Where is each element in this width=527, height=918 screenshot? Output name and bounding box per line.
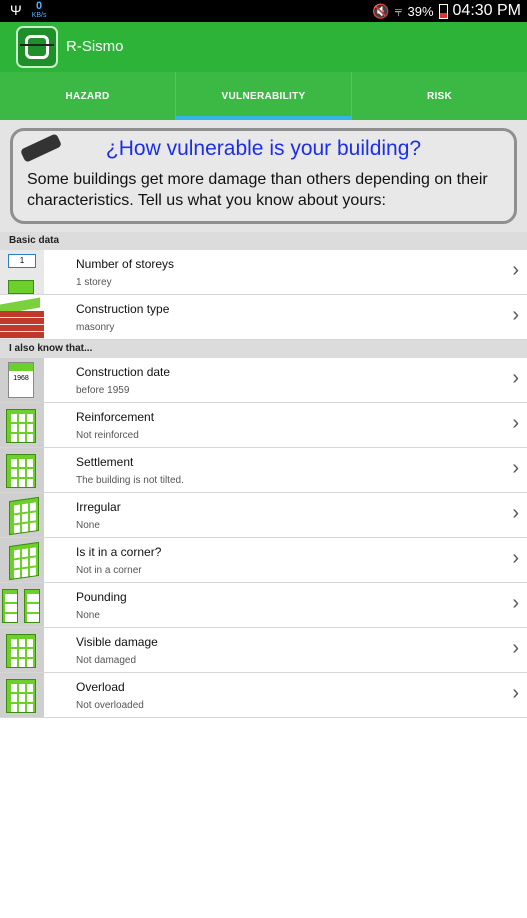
pounding-buildings-icon bbox=[0, 583, 44, 627]
battery-percent: 39% bbox=[407, 3, 434, 19]
list-item-value: Not damaged bbox=[76, 655, 137, 666]
tab-hazard[interactable]: HAZARD bbox=[0, 72, 175, 120]
list-item-value: before 1959 bbox=[76, 385, 130, 396]
app-logo-icon[interactable] bbox=[16, 26, 58, 68]
storeys-sign: 1 bbox=[8, 254, 36, 268]
chevron-right-icon: › bbox=[512, 304, 519, 326]
list-item-irregular[interactable]: Irregular None › bbox=[0, 493, 527, 538]
chevron-right-icon: › bbox=[512, 457, 519, 479]
list-item-overload[interactable]: Overload Not overloaded › bbox=[0, 673, 527, 718]
calendar-year: 1968 bbox=[8, 362, 34, 398]
list-item-value: Not in a corner bbox=[76, 565, 142, 576]
list-item-value: Not reinforced bbox=[76, 430, 139, 441]
list-item-construction-type[interactable]: Construction type masonry › bbox=[0, 295, 527, 340]
app-title: R-Sismo bbox=[66, 38, 124, 55]
list-item-pounding[interactable]: Pounding None › bbox=[0, 583, 527, 628]
status-bar: Ψ 0 KB/s 🔇 ⫧ 39% 04:30 PM bbox=[0, 0, 527, 22]
app-bar: R-Sismo bbox=[0, 22, 527, 72]
network-speed-unit: KB/s bbox=[31, 12, 47, 19]
section-header-also: I also know that... bbox=[0, 340, 527, 358]
tab-bar: HAZARD VULNERABILITY RISK bbox=[0, 72, 527, 120]
list-item-title: Reinforcement bbox=[76, 410, 155, 424]
list-item-title: Pounding bbox=[76, 590, 127, 604]
list-item-value: The building is not tilted. bbox=[76, 475, 184, 486]
building-icon bbox=[0, 628, 44, 672]
tab-vulnerability[interactable]: VULNERABILITY bbox=[175, 72, 351, 120]
list-item-title: Visible damage bbox=[76, 635, 158, 649]
section-header-basic: Basic data bbox=[0, 232, 527, 250]
list-item-title: Is it in a corner? bbox=[76, 545, 162, 559]
brick-wall-icon bbox=[0, 295, 44, 339]
list-item-reinforcement[interactable]: Reinforcement Not reinforced › bbox=[0, 403, 527, 448]
list-item-title: Overload bbox=[76, 680, 125, 694]
list-item-construction-date[interactable]: 1968 Construction date before 1959 › bbox=[0, 358, 527, 403]
chevron-right-icon: › bbox=[512, 412, 519, 434]
clock: 04:30 PM bbox=[452, 2, 521, 19]
calendar-icon: 1968 bbox=[0, 358, 44, 402]
list-item-title: Settlement bbox=[76, 455, 134, 469]
list-item-storeys[interactable]: 1 Number of storeys 1 storey › bbox=[0, 250, 527, 295]
list-item-value: None bbox=[76, 610, 100, 621]
building-icon bbox=[0, 403, 44, 447]
list-item-corner[interactable]: Is it in a corner? Not in a corner › bbox=[0, 538, 527, 583]
list-item-visible-damage[interactable]: Visible damage Not damaged › bbox=[0, 628, 527, 673]
list-item-title: Construction date bbox=[76, 365, 171, 379]
network-speed: 0 KB/s bbox=[31, 0, 47, 20]
chevron-right-icon: › bbox=[512, 502, 519, 524]
usb-icon: Ψ bbox=[10, 2, 22, 18]
list-item-settlement[interactable]: Settlement The building is not tilted. › bbox=[0, 448, 527, 493]
building-icon bbox=[0, 448, 44, 492]
list-item-value: Not overloaded bbox=[76, 700, 144, 711]
building-icon bbox=[0, 673, 44, 717]
chevron-right-icon: › bbox=[512, 367, 519, 389]
storeys-icon: 1 bbox=[0, 250, 44, 294]
mute-icon: 🔇 bbox=[372, 2, 390, 19]
chevron-right-icon: › bbox=[512, 592, 519, 614]
network-speed-value: 0 bbox=[36, 0, 43, 12]
banner-question: ¿How vulnerable is your building? bbox=[105, 137, 422, 160]
list-item-value: masonry bbox=[76, 322, 115, 333]
chevron-right-icon: › bbox=[512, 259, 519, 281]
irregular-building-icon bbox=[0, 493, 44, 537]
main-content: ¿How vulnerable is your building? Some b… bbox=[0, 120, 527, 918]
info-banner-area: ¿How vulnerable is your building? Some b… bbox=[0, 120, 527, 232]
empty-area bbox=[0, 718, 527, 918]
list-item-title: Irregular bbox=[76, 500, 121, 514]
tab-risk[interactable]: RISK bbox=[351, 72, 527, 120]
corner-building-icon bbox=[0, 538, 44, 582]
list-item-title: Construction type bbox=[76, 302, 170, 316]
chevron-right-icon: › bbox=[512, 547, 519, 569]
chevron-right-icon: › bbox=[512, 682, 519, 704]
chevron-right-icon: › bbox=[512, 637, 519, 659]
banner-description: Some buildings get more damage than othe… bbox=[27, 171, 488, 209]
wifi-icon: ⫧ bbox=[394, 2, 403, 19]
list-item-value: None bbox=[76, 520, 100, 531]
list-item-title: Number of storeys bbox=[76, 257, 175, 271]
battery-icon bbox=[438, 3, 448, 19]
info-banner: ¿How vulnerable is your building? Some b… bbox=[10, 128, 517, 224]
list-item-value: 1 storey bbox=[76, 277, 112, 288]
